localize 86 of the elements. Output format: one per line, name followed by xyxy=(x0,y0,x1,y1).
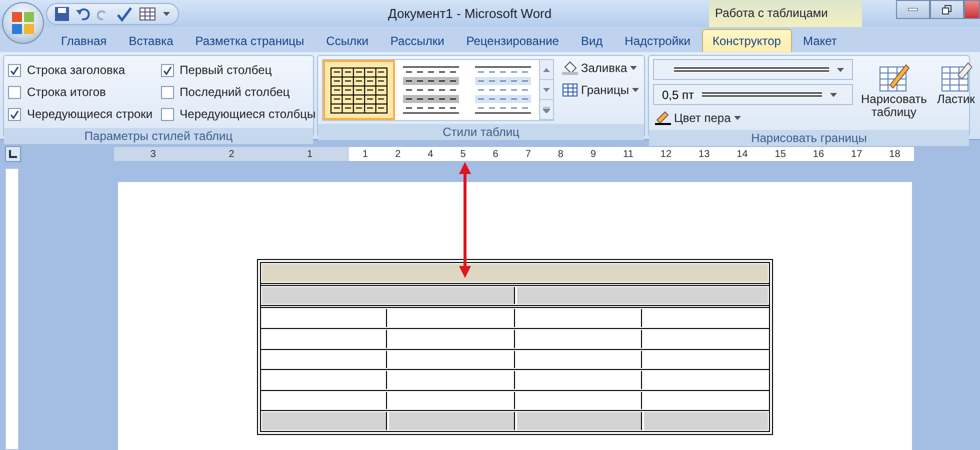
checkbox[interactable] xyxy=(8,108,21,120)
ruler-number: 17 xyxy=(851,148,862,160)
ruler-number: 12 xyxy=(660,148,672,160)
caret-icon xyxy=(630,66,638,70)
table-eraser-icon xyxy=(940,61,972,93)
group-title: Нарисовать границы xyxy=(649,130,969,146)
office-button[interactable] xyxy=(2,2,44,44)
checkbox[interactable] xyxy=(8,86,21,98)
minimize-icon xyxy=(908,8,918,11)
restore-button[interactable] xyxy=(930,0,964,19)
ribbon-tab[interactable]: Вставка xyxy=(118,29,184,52)
ribbon-tab[interactable]: Рассылки xyxy=(379,29,456,52)
expand-icon xyxy=(543,106,550,112)
table-style-item[interactable] xyxy=(323,60,395,120)
checkbox-label[interactable]: Чередующиеся строки xyxy=(27,107,153,121)
checkbox-label[interactable]: Строка итогов xyxy=(27,85,106,99)
checkbox[interactable] xyxy=(160,86,174,98)
group-title: Параметры стилей таблиц xyxy=(4,128,313,144)
ruler-number: 7 xyxy=(525,148,531,160)
ruler-number: 11 xyxy=(623,148,634,160)
group-title: Стили таблиц xyxy=(318,124,644,140)
undo-icon[interactable] xyxy=(75,6,91,20)
scroll-down-button[interactable] xyxy=(540,80,553,100)
checkbox-label[interactable]: Строка заголовка xyxy=(27,63,126,77)
scroll-up-button[interactable] xyxy=(540,60,553,80)
ribbon-tab[interactable]: Надстройки xyxy=(614,29,702,52)
ruler-number: 18 xyxy=(889,148,900,160)
ruler-number: 13 xyxy=(698,148,710,160)
ribbon-tab[interactable]: Главная xyxy=(50,29,118,52)
caret-icon xyxy=(163,12,170,16)
ruler-number: 2 xyxy=(395,148,401,160)
ruler-number: 15 xyxy=(774,148,786,160)
left-tab-icon xyxy=(9,150,17,158)
table-icon[interactable] xyxy=(139,6,157,20)
borders-button[interactable]: Границы xyxy=(560,81,641,99)
line-weight-dropdown[interactable]: 0,5 пт xyxy=(653,84,853,105)
window-title: Документ1 - Microsoft Word xyxy=(388,6,552,21)
ruler-number: 5 xyxy=(460,148,466,160)
checkbox[interactable] xyxy=(160,64,174,76)
ruler-number: 16 xyxy=(812,148,824,160)
caret-icon xyxy=(830,92,838,96)
eraser-button[interactable]: Ластик xyxy=(934,59,977,127)
ribbon-tab[interactable]: Разметка страницы xyxy=(184,29,316,52)
up-arrow-icon xyxy=(543,68,550,72)
caret-icon xyxy=(837,68,844,72)
ruler-number: 9 xyxy=(590,148,596,160)
down-arrow-icon xyxy=(543,88,550,92)
ruler-number: 1 xyxy=(362,148,368,160)
ribbon-tab[interactable]: Рецензирование xyxy=(455,29,570,52)
ribbon-tab[interactable]: Макет xyxy=(792,29,848,52)
tab-selector-button[interactable] xyxy=(5,146,21,162)
table-style-thumbnail-icon xyxy=(473,66,533,114)
ruler-number: 14 xyxy=(736,148,748,160)
paint-bucket-icon xyxy=(562,61,578,75)
more-button[interactable] xyxy=(540,100,553,120)
context-tab-label: Работа с таблицами xyxy=(709,0,862,27)
office-logo-icon xyxy=(11,11,35,35)
caret-icon xyxy=(632,88,639,92)
ruler-number: 1 xyxy=(307,148,313,160)
spelling-icon[interactable] xyxy=(115,6,133,22)
ribbon-tab[interactable]: Конструктор xyxy=(702,29,792,52)
checkbox-label[interactable]: Первый столбец xyxy=(180,63,272,77)
table-style-thumbnail-icon xyxy=(401,66,461,114)
checkbox-label[interactable]: Последний столбец xyxy=(180,85,290,99)
double-line-icon xyxy=(674,67,830,72)
checkbox[interactable] xyxy=(8,64,21,76)
line-style-dropdown[interactable] xyxy=(653,59,853,80)
restore-icon xyxy=(942,4,952,14)
ruler-number: 3 xyxy=(150,148,156,160)
ribbon-tab[interactable]: Вид xyxy=(570,29,614,52)
ruler-number: 8 xyxy=(558,148,564,160)
ruler-number: 2 xyxy=(228,148,234,160)
checkbox-label[interactable]: Чередующиеся столбцы xyxy=(180,107,316,121)
shading-button[interactable]: Заливка xyxy=(560,59,641,77)
save-icon[interactable] xyxy=(55,6,69,20)
pen-color-button[interactable]: Цвет пера xyxy=(653,109,853,127)
draw-table-button[interactable]: Нарисовать таблицу xyxy=(859,59,929,127)
pencil-icon xyxy=(655,111,671,125)
ribbon-tab[interactable]: Ссылки xyxy=(315,29,380,52)
caret-icon xyxy=(734,116,741,120)
ruler-number: 6 xyxy=(492,148,498,160)
checkbox[interactable] xyxy=(160,108,174,120)
borders-icon xyxy=(562,83,578,97)
double-line-icon xyxy=(702,92,822,97)
ruler-number: 4 xyxy=(428,148,434,160)
table-style-thumbnail-icon xyxy=(329,66,389,114)
